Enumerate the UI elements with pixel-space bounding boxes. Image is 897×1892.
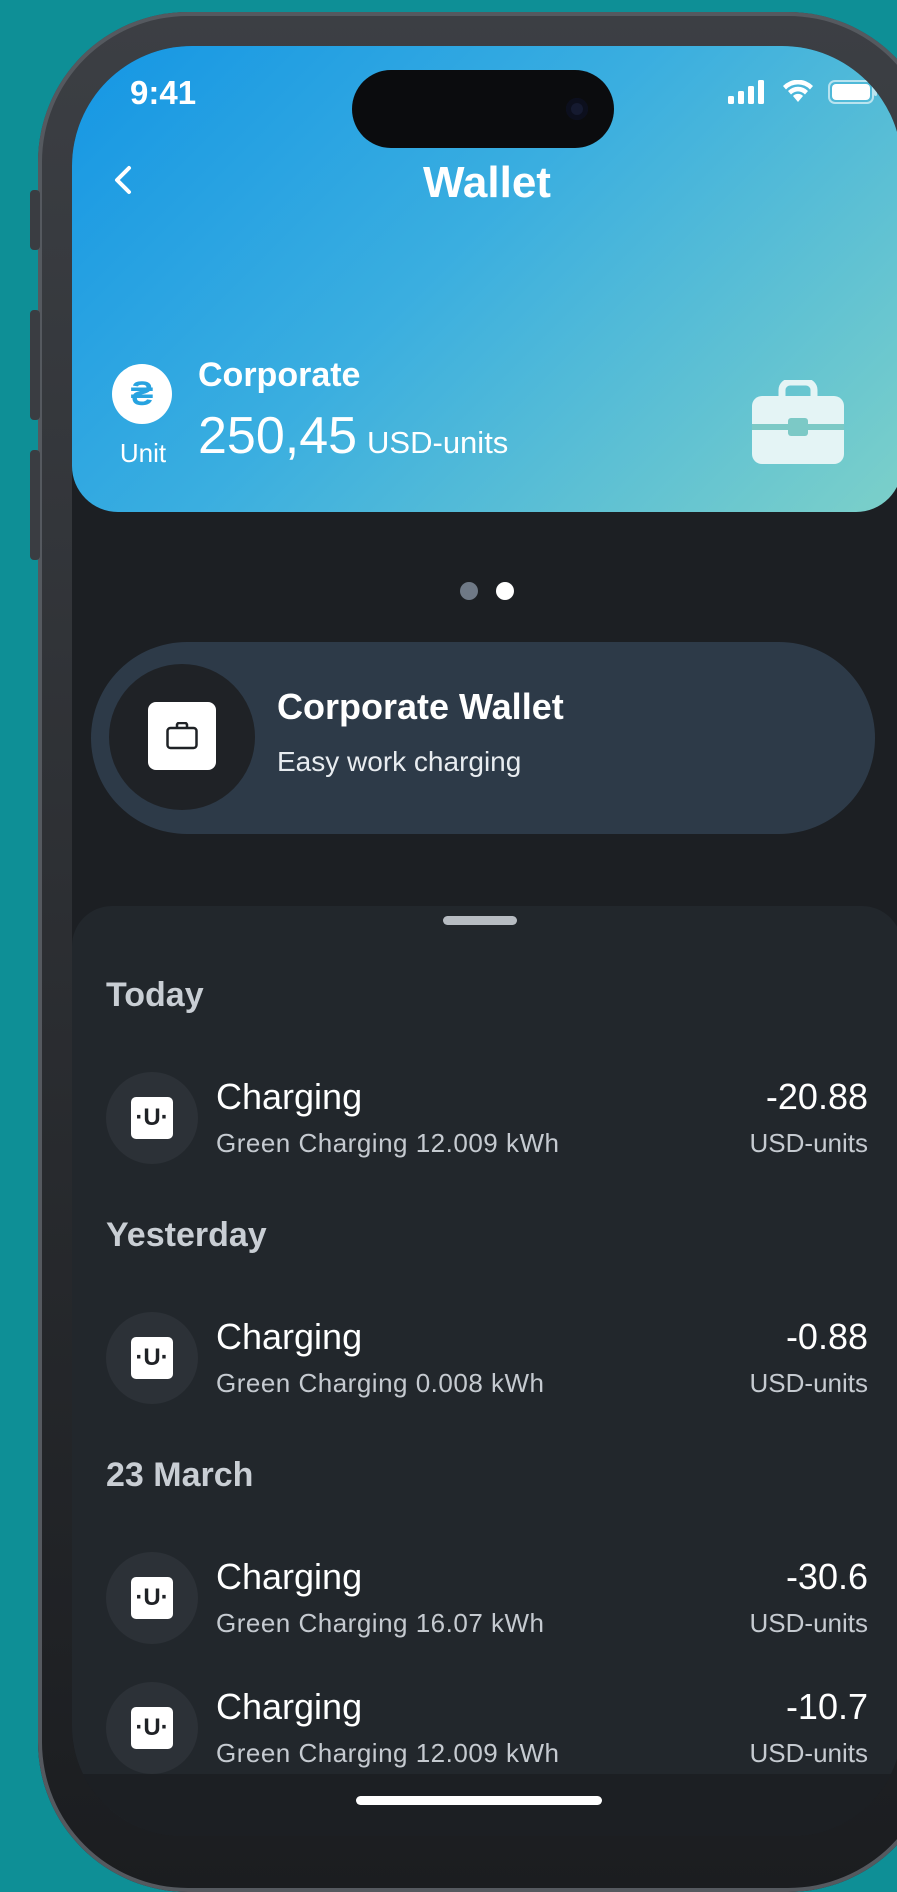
balance-row: 250,45 USD-units — [198, 406, 508, 466]
transaction-row[interactable]: ·U· Charging Green Charging 12.009 kWh -… — [106, 1072, 868, 1166]
battery-icon — [828, 80, 877, 104]
charger-icon: ·U· — [131, 1707, 173, 1749]
balance-unit: USD-units — [367, 425, 509, 460]
transaction-row[interactable]: ·U· Charging Green Charging 0.008 kWh -0… — [106, 1312, 868, 1406]
promo-subtitle: Easy work charging — [277, 746, 522, 777]
volume-down-button — [30, 450, 40, 560]
charger-icon-wrap: ·U· — [106, 1072, 198, 1164]
sheet-drag-handle[interactable] — [443, 916, 517, 925]
promo-title: Corporate Wallet — [277, 686, 564, 727]
pager-dot-active[interactable] — [496, 582, 514, 600]
charger-icon: ·U· — [131, 1577, 173, 1619]
transaction-amount: -30.6 — [785, 1556, 868, 1597]
pager-dot[interactable] — [460, 582, 478, 600]
transaction-unit: USD-units — [749, 1738, 868, 1768]
transaction-unit: USD-units — [749, 1128, 868, 1158]
transaction-subtitle: Green Charging 16.07 kWh — [216, 1608, 545, 1638]
side-button — [30, 190, 40, 250]
wallet-header-card[interactable]: 9:41 Wallet ₴ Unit Corporate 250,45 USD-… — [72, 46, 897, 512]
transaction-title: Charging — [216, 1556, 363, 1597]
unit-label: Unit — [119, 438, 167, 468]
transaction-subtitle: Green Charging 0.008 kWh — [216, 1368, 545, 1398]
balance-amount: 250,45 — [198, 407, 358, 465]
transaction-subtitle: Green Charging 12.009 kWh — [216, 1128, 560, 1158]
status-time: 9:41 — [130, 74, 197, 111]
transaction-amount: -10.7 — [785, 1686, 868, 1727]
unit-currency-icon: ₴ — [112, 364, 172, 424]
transaction-subtitle: Green Charging 12.009 kWh — [216, 1738, 560, 1768]
charger-icon: ·U· — [131, 1097, 173, 1139]
wallet-pager-dots[interactable] — [72, 582, 897, 600]
page-title: Wallet — [423, 158, 551, 207]
dynamic-island — [352, 70, 614, 148]
section-header-23-march: 23 March — [106, 1456, 254, 1494]
transaction-row[interactable]: ·U· Charging Green Charging 16.07 kWh -3… — [106, 1552, 868, 1646]
transaction-unit: USD-units — [749, 1608, 868, 1638]
status-indicators — [728, 80, 878, 104]
transactions-sheet[interactable]: Today ·U· Charging Green Charging 12.009… — [72, 906, 897, 1836]
charger-icon: ·U· — [131, 1337, 173, 1379]
charger-icon-wrap: ·U· — [106, 1682, 198, 1774]
transaction-amount: -0.88 — [785, 1316, 868, 1357]
corporate-wallet-banner[interactable]: Corporate Wallet Easy work charging — [91, 642, 875, 834]
section-header-yesterday: Yesterday — [106, 1216, 267, 1254]
charger-icon-wrap: ·U· — [106, 1312, 198, 1404]
signal-icon — [728, 80, 764, 104]
briefcase-icon — [148, 702, 216, 770]
promo-icon-circle — [109, 664, 255, 810]
transaction-row[interactable]: ·U· Charging Green Charging 12.009 kWh -… — [106, 1682, 868, 1776]
transaction-unit: USD-units — [749, 1368, 868, 1398]
volume-up-button — [30, 310, 40, 420]
home-indicator[interactable] — [356, 1796, 602, 1805]
transaction-title: Charging — [216, 1686, 363, 1727]
transaction-title: Charging — [216, 1076, 363, 1117]
section-header-today: Today — [106, 976, 204, 1014]
camera-icon — [566, 98, 588, 120]
app-screen: 9:41 Wallet ₴ Unit Corporate 250,45 USD-… — [72, 46, 897, 1836]
transaction-title: Charging — [216, 1316, 363, 1357]
transaction-amount: -20.88 — [765, 1076, 868, 1117]
wallet-name: Corporate — [198, 356, 361, 394]
briefcase-icon — [752, 380, 844, 464]
bottom-safe-area — [72, 1774, 897, 1836]
wifi-icon — [783, 80, 813, 102]
charger-icon-wrap: ·U· — [106, 1552, 198, 1644]
